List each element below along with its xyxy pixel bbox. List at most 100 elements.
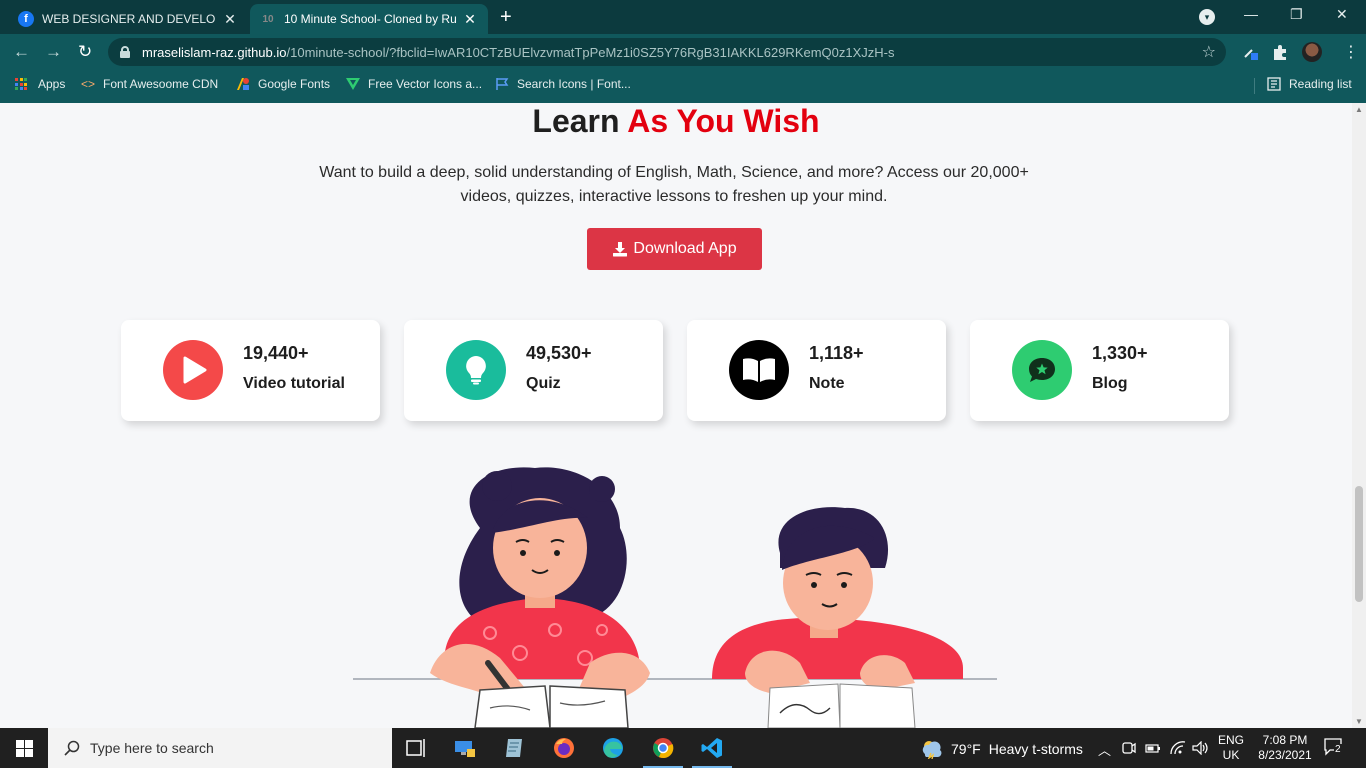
more-menu-icon[interactable]: ⋮ <box>1343 42 1359 62</box>
google-fonts-icon <box>237 78 249 90</box>
file-explorer-pc-icon[interactable] <box>453 736 477 760</box>
close-tab-icon[interactable]: ✕ <box>222 11 238 28</box>
heading-accent: As You Wish <box>627 103 820 139</box>
browser-toolbar: ← → ↻ mraselislam-raz.github.io/10minute… <box>0 34 1366 70</box>
address-bar[interactable]: mraselislam-raz.github.io/10minute-schoo… <box>108 38 1226 66</box>
input-language-indicator[interactable]: ENG UK <box>1218 733 1244 763</box>
windows-taskbar: Type here to search 79°F Heavy t-storms … <box>0 728 1366 768</box>
stat-count: 19,440+ <box>243 343 309 363</box>
extensions-puzzle-icon[interactable] <box>1272 44 1288 60</box>
search-icon <box>64 740 80 756</box>
reading-list-button[interactable]: Reading list <box>1267 77 1352 91</box>
tab-search-icon[interactable]: ▾ <box>1199 9 1215 25</box>
close-tab-icon[interactable]: ✕ <box>462 11 478 28</box>
facebook-icon: f <box>18 11 34 27</box>
bookmark-label: Font Awesoome CDN <box>103 77 219 91</box>
bookmark-label: Apps <box>38 77 66 91</box>
new-tab-button[interactable]: + <box>500 6 512 29</box>
bookmark-font-awesome-cdn[interactable]: <> Font Awesoome CDN <box>81 77 218 91</box>
apps-grid-icon <box>15 78 29 90</box>
eyedropper-extension-icon[interactable] <box>1242 44 1258 60</box>
windows-start-icon[interactable] <box>16 740 33 757</box>
taskbar-search-input[interactable]: Type here to search <box>48 728 392 768</box>
lang-region: UK <box>1222 748 1240 762</box>
thunderstorm-icon <box>922 741 942 759</box>
lang-code: ENG <box>1218 733 1245 747</box>
notification-center-button[interactable]: 2 <box>1324 738 1344 756</box>
scroll-down-icon[interactable]: ▼ <box>1355 717 1363 726</box>
bookmark-google-fonts[interactable]: Google Fonts <box>236 77 330 91</box>
task-view-icon[interactable] <box>404 736 428 760</box>
taskbar-clock[interactable]: 7:08 PM 8/23/2021 <box>1252 733 1318 763</box>
download-icon <box>613 242 628 257</box>
vector-icon <box>346 78 360 90</box>
play-icon <box>163 340 223 400</box>
flag-icon <box>496 78 509 90</box>
url-host: mraselislam-raz.github.io <box>142 44 287 60</box>
stat-card-quiz[interactable]: 49,530+ Quiz <box>404 320 663 421</box>
book-open-icon <box>729 340 789 400</box>
code-brackets-icon: <> <box>81 77 96 91</box>
close-window-icon[interactable]: ✕ <box>1336 6 1348 23</box>
stat-card-note[interactable]: 1,118+ Note <box>687 320 946 421</box>
notification-count: 2 <box>1334 744 1342 755</box>
stat-count: 1,118+ <box>809 343 864 363</box>
stat-label: Video tutorial <box>243 375 345 392</box>
tab-10-minute-school[interactable]: 10 10 Minute School- Cloned by Ru ✕ <box>250 4 488 34</box>
page-heading: Learn As You Wish <box>0 103 1352 140</box>
stat-label: Quiz <box>526 375 561 392</box>
url-path: /10minute-school/?fbclid=IwAR10CTzBUElvz… <box>286 44 895 60</box>
bookmark-search-icons[interactable]: Search Icons | Font... <box>495 77 631 91</box>
tab-title: WEB DESIGNER AND DEVELOPER <box>42 12 216 26</box>
bookmarks-divider <box>1254 78 1255 94</box>
bookmark-free-vector-icons[interactable]: Free Vector Icons a... <box>346 77 482 91</box>
lock-icon <box>120 46 130 58</box>
stat-count: 1,330+ <box>1092 343 1148 363</box>
stat-count: 49,530+ <box>526 343 592 363</box>
comment-star-icon <box>1012 340 1072 400</box>
page-scrollbar[interactable]: ▲ ▼ <box>1352 103 1366 728</box>
scroll-up-icon[interactable]: ▲ <box>1355 105 1363 114</box>
page-viewport: Learn As You Wish Want to build a deep, … <box>0 103 1352 728</box>
10ms-icon: 10 <box>262 13 274 25</box>
stat-card-blog[interactable]: 1,330+ Blog <box>970 320 1229 421</box>
battery-icon[interactable] <box>1145 742 1161 754</box>
minimize-icon[interactable]: — <box>1244 6 1258 22</box>
stat-label: Note <box>809 375 845 392</box>
bookmark-star-icon[interactable]: ☆ <box>1202 42 1216 62</box>
heading-plain: Learn <box>532 103 620 139</box>
edge-icon[interactable] <box>601 736 625 760</box>
firefox-icon[interactable] <box>552 736 576 760</box>
profile-avatar[interactable] <box>1302 42 1322 62</box>
browser-tab-strip: f WEB DESIGNER AND DEVELOPER ✕ 10 10 Min… <box>0 0 1366 34</box>
lightbulb-icon <box>446 340 506 400</box>
tab-web-designer[interactable]: f WEB DESIGNER AND DEVELOPER ✕ <box>8 4 248 34</box>
wifi-icon[interactable] <box>1170 741 1186 755</box>
tab-title: 10 Minute School- Cloned by Ru <box>284 12 456 26</box>
reading-list-label: Reading list <box>1289 77 1352 91</box>
chrome-icon[interactable] <box>651 736 675 760</box>
meet-now-icon[interactable] <box>1122 741 1136 755</box>
show-hidden-icons-chevron-icon[interactable]: ︿ <box>1098 740 1111 759</box>
hero-description: Want to build a deep, solid understandin… <box>319 164 1029 205</box>
notes-app-icon[interactable] <box>503 736 527 760</box>
forward-icon[interactable]: → <box>45 42 62 62</box>
weather-description: Heavy t-storms <box>988 741 1083 757</box>
vscode-icon[interactable] <box>700 736 724 760</box>
download-app-button[interactable]: Download App <box>587 228 762 270</box>
restore-icon[interactable]: ❐ <box>1290 6 1303 23</box>
reload-icon[interactable]: ↻ <box>78 42 92 62</box>
bookmark-label: Search Icons | Font... <box>517 77 631 91</box>
scrollbar-thumb[interactable] <box>1355 486 1363 602</box>
bookmark-label: Free Vector Icons a... <box>368 77 483 91</box>
search-placeholder: Type here to search <box>90 740 214 756</box>
weather-widget[interactable]: 79°F Heavy t-storms <box>920 739 1083 759</box>
stat-card-video[interactable]: 19,440+ Video tutorial <box>121 320 380 421</box>
bookmark-label: Google Fonts <box>258 77 331 91</box>
bookmarks-bar: Apps <> Font Awesoome CDN Google Fonts F… <box>0 70 1366 103</box>
volume-icon[interactable] <box>1192 741 1210 755</box>
back-icon[interactable]: ← <box>13 42 30 62</box>
kids-studying-illustration <box>353 467 997 728</box>
bookmark-apps[interactable]: Apps <box>15 77 65 91</box>
clock-time: 7:08 PM <box>1262 733 1308 747</box>
